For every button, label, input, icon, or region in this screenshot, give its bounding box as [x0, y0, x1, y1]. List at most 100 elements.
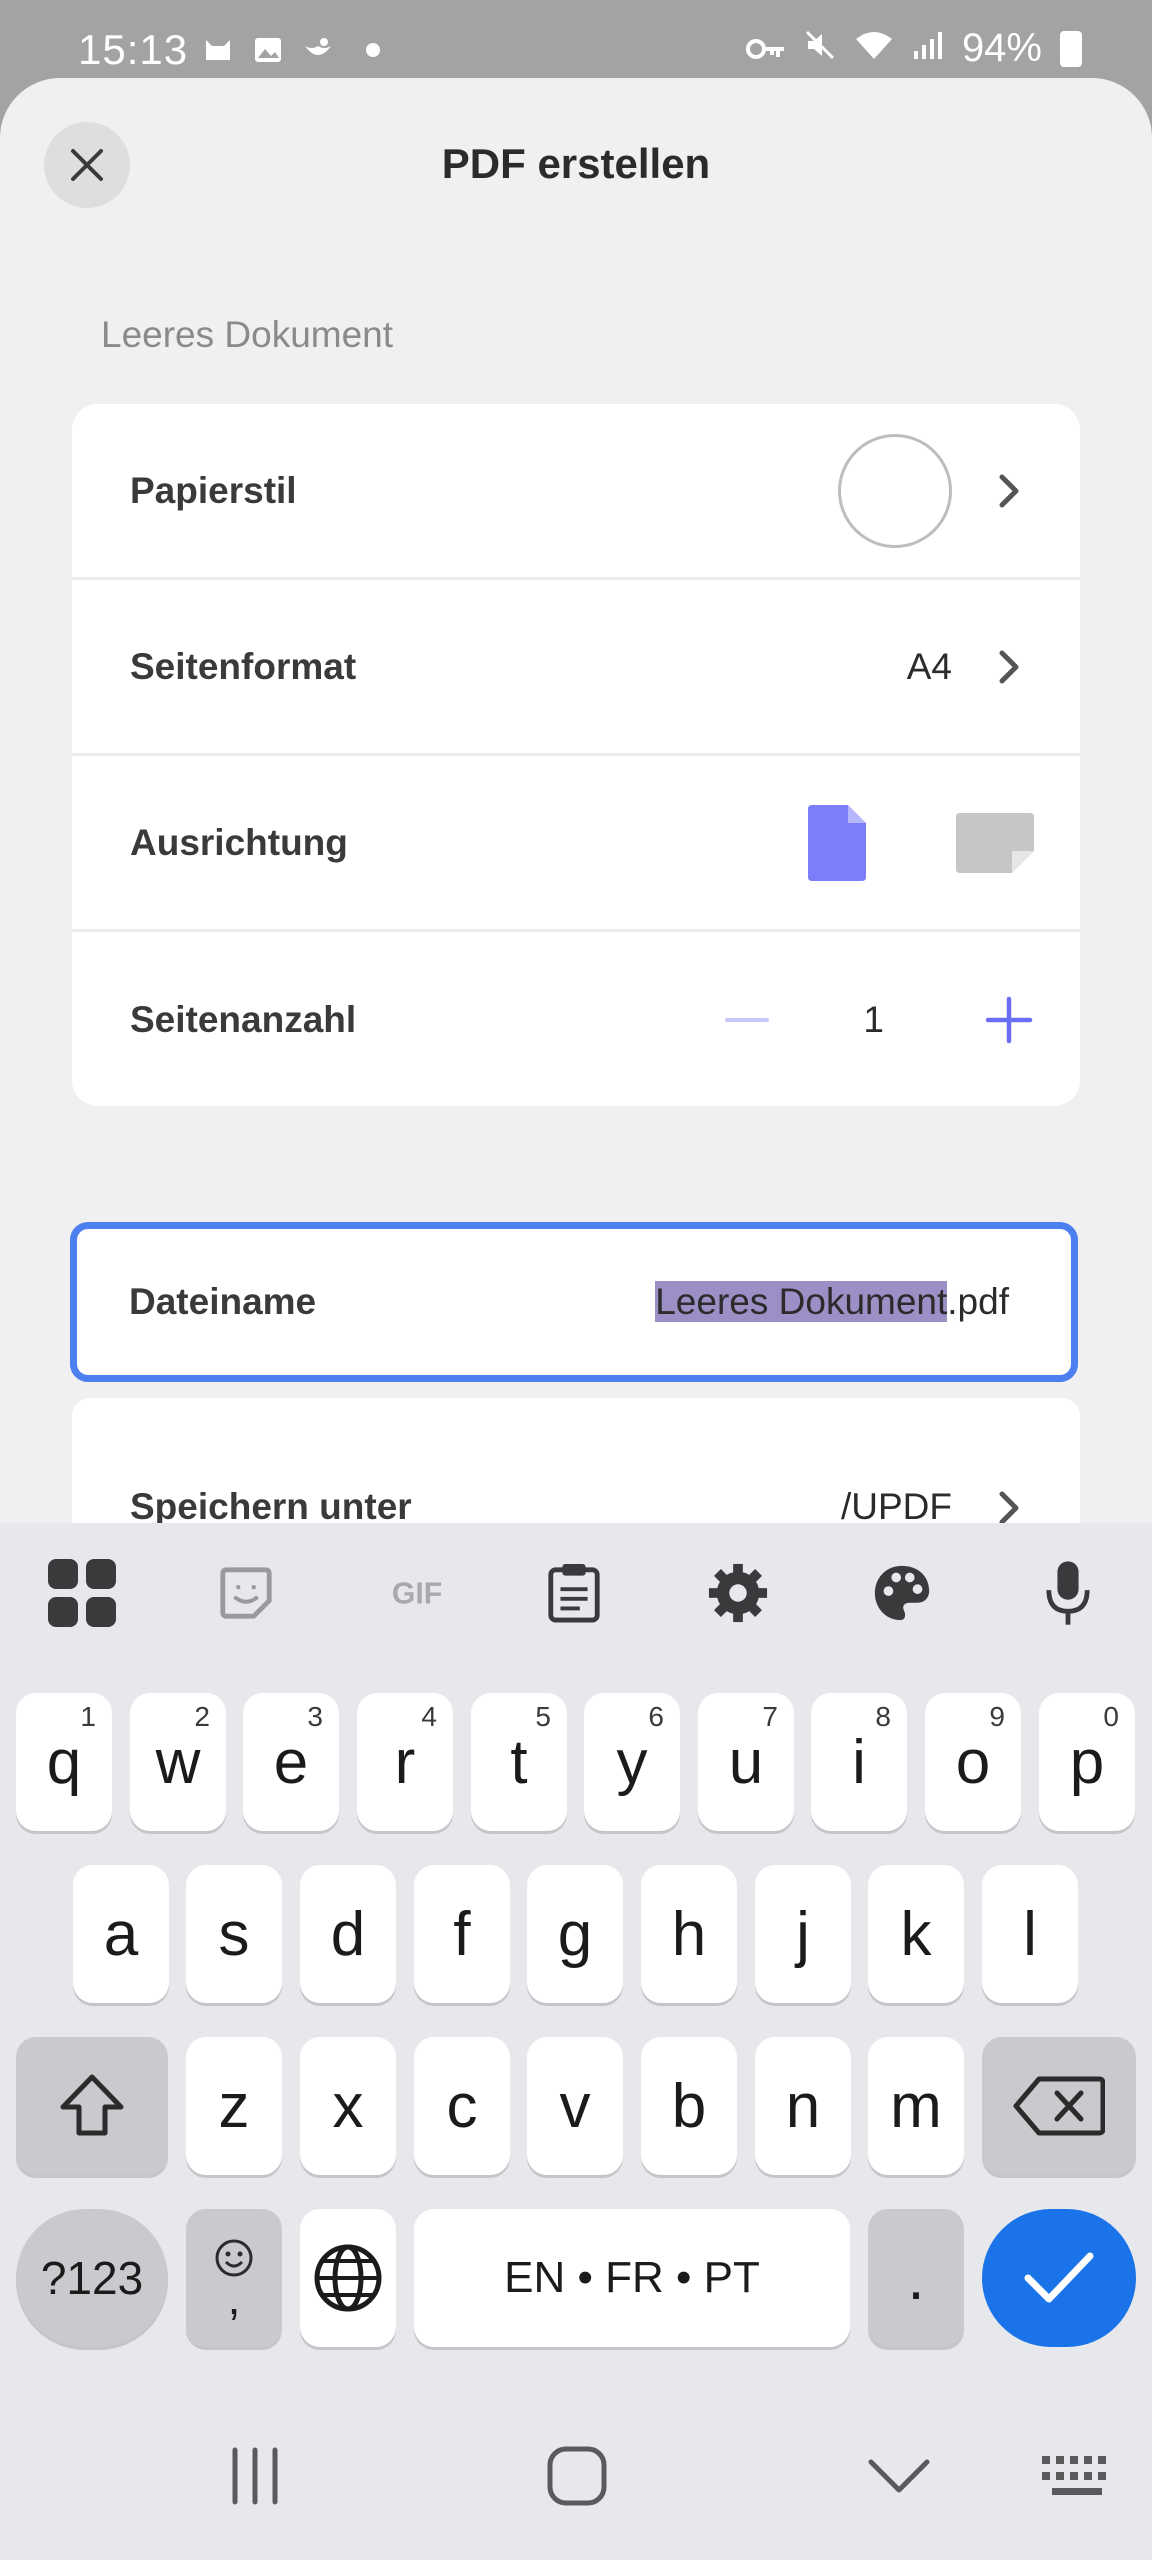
- plus-icon: [985, 996, 1033, 1044]
- enter-key[interactable]: [982, 2209, 1136, 2347]
- key-i[interactable]: i8: [811, 1693, 907, 1831]
- settings-button[interactable]: [702, 1557, 774, 1629]
- key-s[interactable]: s: [186, 1865, 282, 2003]
- bird-notification-icon: [302, 34, 334, 66]
- sheet-title: PDF erstellen: [441, 140, 711, 187]
- gif-icon: GIF: [392, 1578, 442, 1611]
- key-n[interactable]: n: [755, 2037, 851, 2175]
- filename-label: Dateiname: [129, 1281, 317, 1322]
- key-k[interactable]: k: [868, 1865, 964, 2003]
- home-button[interactable]: [542, 2444, 612, 2508]
- key-q[interactable]: q1: [16, 1693, 112, 1831]
- landscape-page-icon[interactable]: [956, 812, 1034, 873]
- space-bar[interactable]: EN • FR • PT: [414, 2209, 850, 2347]
- section-label: Leeres Dokument: [101, 314, 394, 355]
- microphone-icon: [1046, 1561, 1090, 1625]
- save-location-label: Speichern unter: [130, 1486, 412, 1523]
- sticker-button[interactable]: [210, 1557, 282, 1629]
- key-c[interactable]: c: [414, 2037, 510, 2175]
- minus-icon: [725, 1018, 769, 1022]
- language-key[interactable]: [300, 2209, 396, 2347]
- key-p[interactable]: p0: [1039, 1693, 1135, 1831]
- key-g[interactable]: g: [527, 1865, 623, 2003]
- filename-input[interactable]: Leeres Dokument.pdf: [655, 1281, 1009, 1323]
- keyboard-toolbar: GIF: [0, 1523, 1152, 1663]
- save-location-value: /UPDF: [841, 1486, 952, 1523]
- status-time: 15:13: [78, 26, 189, 73]
- sticker-icon: [220, 1567, 272, 1619]
- gallery-notification-icon: [252, 34, 284, 66]
- chevron-right-icon: [999, 1491, 1019, 1523]
- filename-field[interactable]: Dateiname Leeres Dokument.pdf: [70, 1222, 1078, 1382]
- backspace-icon: [1013, 2076, 1105, 2136]
- page-format-row[interactable]: Seitenformat A4: [72, 580, 1080, 756]
- period-key[interactable]: .: [868, 2209, 964, 2347]
- document-settings-card: Papierstil Seitenformat A4 Ausrichtung S…: [72, 404, 1080, 1106]
- key-d[interactable]: d: [300, 1865, 396, 2003]
- create-pdf-sheet: PDF erstellen Leeres Dokument Papierstil…: [0, 78, 1152, 1523]
- page-count-row: Seitenanzahl 1: [72, 932, 1080, 1106]
- key-y[interactable]: y6: [584, 1693, 680, 1831]
- clipboard-icon: [548, 1564, 600, 1623]
- shift-arrow-icon: [60, 2074, 124, 2136]
- status-bar: 15:13 94%: [0, 0, 1152, 78]
- key-j[interactable]: j: [755, 1865, 851, 2003]
- paper-style-label: Papierstil: [130, 469, 297, 511]
- key-r[interactable]: r4: [357, 1693, 453, 1831]
- system-icons: 94%: [745, 26, 1082, 71]
- page-format-label: Seitenformat: [130, 645, 357, 687]
- palette-icon: [874, 1565, 930, 1621]
- orientation-row: Ausrichtung: [72, 756, 1080, 932]
- recent-apps-button[interactable]: [220, 2444, 290, 2508]
- key-b[interactable]: b: [641, 2037, 737, 2175]
- key-e[interactable]: e3: [243, 1693, 339, 1831]
- home-square-icon: [547, 2446, 607, 2506]
- key-a[interactable]: a: [73, 1865, 169, 2003]
- shift-key[interactable]: [16, 2037, 168, 2175]
- key-o[interactable]: o9: [925, 1693, 1021, 1831]
- chevron-right-icon: [999, 474, 1019, 507]
- increment-button[interactable]: [984, 995, 1034, 1045]
- keyboard-icon: [1042, 2456, 1106, 2495]
- page-format-value: A4: [906, 645, 952, 687]
- comma-label: ,: [227, 2272, 241, 2324]
- key-x[interactable]: x: [300, 2037, 396, 2175]
- hide-keyboard-button[interactable]: [864, 2444, 934, 2508]
- key-v[interactable]: v: [527, 2037, 623, 2175]
- battery-percent: 94%: [961, 26, 1042, 70]
- symbols-key[interactable]: ?123: [16, 2209, 168, 2347]
- globe-icon: [314, 2244, 382, 2312]
- paper-style-row[interactable]: Papierstil: [72, 404, 1080, 580]
- filename-selected-text: Leeres Dokument: [655, 1281, 948, 1322]
- filename-extension: .pdf: [947, 1281, 1009, 1322]
- key-m[interactable]: m: [868, 2037, 964, 2175]
- decrement-button[interactable]: [724, 997, 770, 1043]
- key-t[interactable]: t5: [471, 1693, 567, 1831]
- recents-icon: [232, 2447, 278, 2505]
- voice-input-button[interactable]: [1032, 1557, 1104, 1629]
- key-l[interactable]: l: [982, 1865, 1078, 2003]
- signal-icon: [912, 26, 944, 71]
- checkmark-icon: [1024, 2252, 1094, 2303]
- system-navigation-bar: [0, 2388, 1152, 2560]
- vpn-key-icon: [745, 26, 786, 71]
- more-notifications-dot-icon: [366, 43, 380, 57]
- key-h[interactable]: h: [641, 1865, 737, 2003]
- key-z[interactable]: z: [186, 2037, 282, 2175]
- portrait-page-icon[interactable]: [808, 804, 866, 881]
- key-f[interactable]: f: [414, 1865, 510, 2003]
- orientation-label: Ausrichtung: [130, 821, 348, 863]
- keyboard-switch-button[interactable]: [1040, 2444, 1116, 2508]
- apps-grid-button[interactable]: [46, 1557, 118, 1629]
- gif-button[interactable]: GIF: [372, 1557, 462, 1629]
- key-u[interactable]: u7: [698, 1693, 794, 1831]
- emoji-comma-key[interactable]: ,: [186, 2209, 282, 2347]
- backspace-key[interactable]: [982, 2037, 1136, 2175]
- key-w[interactable]: w2: [130, 1693, 226, 1831]
- theme-button[interactable]: [866, 1557, 938, 1629]
- apps-grid-icon: [48, 1559, 116, 1627]
- save-location-row[interactable]: Speichern unter /UPDF: [72, 1398, 1080, 1523]
- page-count-value: 1: [863, 999, 884, 1040]
- svg-text:GIF: GIF: [392, 1578, 442, 1611]
- clipboard-button[interactable]: [538, 1557, 610, 1629]
